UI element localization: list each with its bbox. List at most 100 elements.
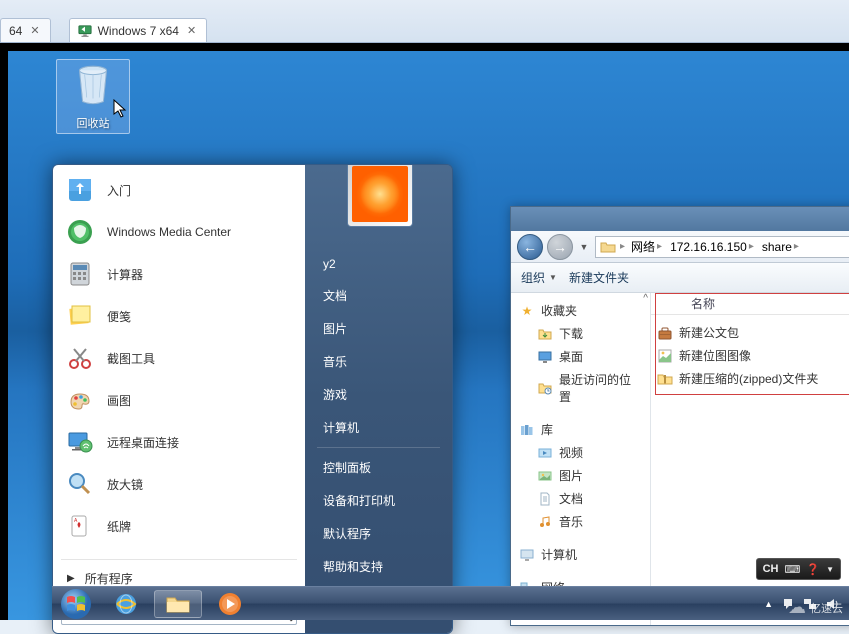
start-menu-left: 入门 Windows Media Center 计算器 便笺 xyxy=(53,165,305,633)
tree-computer[interactable]: 计算机 xyxy=(515,543,646,566)
watermark: ☁ 亿速云 xyxy=(788,597,843,618)
sm-right-username[interactable]: y2 xyxy=(305,249,452,279)
file-name: 新建位图图像 xyxy=(679,347,751,364)
sm-item-label: 远程桌面连接 xyxy=(107,434,179,451)
downloads-icon xyxy=(537,326,553,342)
file-name: 新建公文包 xyxy=(679,324,739,341)
sm-item-label: 放大镜 xyxy=(107,476,143,493)
tree-downloads[interactable]: 下载 xyxy=(515,322,646,345)
sm-item-label: 截图工具 xyxy=(107,350,155,367)
nav-history-dropdown[interactable]: ▼ xyxy=(577,242,591,252)
cloud-icon: ☁ xyxy=(788,597,806,618)
remote-desktop-icon xyxy=(65,427,95,457)
sm-item-label: 入门 xyxy=(107,182,131,199)
tree-pictures[interactable]: 图片 xyxy=(515,464,646,487)
tree-recent[interactable]: 最近访问的位置 xyxy=(515,368,646,408)
chevron-down-icon[interactable]: ▼ xyxy=(826,565,834,574)
pictures-icon xyxy=(537,468,553,484)
sm-item-label: 纸牌 xyxy=(107,518,131,535)
star-icon: ★ xyxy=(519,303,535,319)
keyboard-icon[interactable]: ⌨ xyxy=(784,563,800,576)
tree-favorites[interactable]: ★ 收藏夹 xyxy=(515,299,646,322)
close-icon[interactable]: ✕ xyxy=(185,24,198,37)
sm-item-remote-desktop[interactable]: 远程桌面连接 xyxy=(57,421,301,463)
sm-right-control-panel[interactable]: 控制面板 xyxy=(305,451,452,484)
sm-right-documents[interactable]: 文档 xyxy=(305,279,452,312)
user-picture-frame[interactable] xyxy=(347,164,413,227)
sm-right-pictures[interactable]: 图片 xyxy=(305,312,452,345)
ie-icon xyxy=(113,591,139,617)
recycle-bin-icon xyxy=(68,60,118,110)
tray-arrow-icon[interactable]: ▲ xyxy=(764,599,773,609)
file-name: 新建压缩的(zipped)文件夹 xyxy=(679,370,818,387)
documents-icon xyxy=(537,491,553,507)
new-folder-button[interactable]: 新建文件夹 xyxy=(569,269,629,286)
tree-music[interactable]: 音乐 xyxy=(515,510,646,533)
sm-item-label: 计算器 xyxy=(107,266,143,283)
recycle-bin[interactable]: 回收站 xyxy=(56,59,130,134)
sm-right-games[interactable]: 游戏 xyxy=(305,378,452,411)
sm-item-calculator[interactable]: 计算器 xyxy=(57,253,301,295)
folder-icon xyxy=(600,239,616,255)
sm-item-snipping-tool[interactable]: 截图工具 xyxy=(57,337,301,379)
sm-right-music[interactable]: 音乐 xyxy=(305,345,452,378)
sm-item-getting-started[interactable]: 入门 xyxy=(57,169,301,211)
tree-libraries[interactable]: 库 xyxy=(515,418,646,441)
tree-videos[interactable]: 视频 xyxy=(515,441,646,464)
sm-item-solitaire[interactable]: A 纸牌 xyxy=(57,505,301,547)
explorer-titlebar[interactable] xyxy=(511,207,849,231)
desktop[interactable]: 回收站 入门 Windows Media Center xyxy=(0,43,849,620)
all-programs-label: 所有程序 xyxy=(85,570,133,587)
solitaire-icon: A xyxy=(65,511,95,541)
scroll-up-icon[interactable]: ^ xyxy=(643,293,648,304)
recent-icon xyxy=(537,380,553,396)
start-button[interactable] xyxy=(52,587,100,621)
breadcrumb-segment[interactable]: 172.16.16.150▸ xyxy=(668,240,756,254)
sm-item-paint[interactable]: 画图 xyxy=(57,379,301,421)
file-item[interactable]: 新建位图图像 xyxy=(653,344,849,367)
getting-started-icon xyxy=(65,175,95,205)
vm-tab-inactive[interactable]: 64 ✕ xyxy=(0,18,51,42)
taskbar-explorer[interactable] xyxy=(154,590,202,618)
vm-tab-active[interactable]: Windows 7 x64 ✕ xyxy=(69,18,208,42)
zip-icon xyxy=(657,371,673,387)
close-icon[interactable]: ✕ xyxy=(28,24,41,37)
back-button[interactable]: ← xyxy=(517,234,543,260)
taskbar-ie[interactable] xyxy=(102,590,150,618)
explorer-tree: ^ ★ 收藏夹 下载 桌面 xyxy=(511,293,651,625)
user-picture-icon xyxy=(352,166,408,222)
column-header-name[interactable]: 名称 xyxy=(651,293,849,315)
sm-item-magnifier[interactable]: 放大镜 xyxy=(57,463,301,505)
desktop-icon xyxy=(537,349,553,365)
vm-tab-bar: 64 ✕ Windows 7 x64 ✕ xyxy=(0,0,849,43)
snipping-tool-icon xyxy=(65,343,95,373)
sm-item-wmc[interactable]: Windows Media Center xyxy=(57,211,301,253)
windows-logo-icon xyxy=(60,588,92,620)
taskbar-wmp[interactable] xyxy=(206,590,254,618)
chevron-right-icon: ▸ xyxy=(620,241,625,252)
tree-desktop[interactable]: 桌面 xyxy=(515,345,646,368)
forward-button[interactable]: → xyxy=(547,234,573,260)
sm-right-default-programs[interactable]: 默认程序 xyxy=(305,517,452,550)
explorer-nav: ← → ▼ ▸ 网络▸ 172.16.16.150▸ share▸ xyxy=(511,231,849,263)
sm-right-devices[interactable]: 设备和打印机 xyxy=(305,484,452,517)
ime-bar[interactable]: CH ⌨ ❓ ▼ xyxy=(756,558,841,580)
breadcrumb-segment[interactable]: share▸ xyxy=(760,240,801,254)
sm-right-help[interactable]: 帮助和支持 xyxy=(305,550,452,583)
wmp-icon xyxy=(217,591,243,617)
paint-icon xyxy=(65,385,95,415)
sm-item-sticky-notes[interactable]: 便笺 xyxy=(57,295,301,337)
options-icon[interactable]: ❓ xyxy=(806,563,820,576)
breadcrumb-segment[interactable]: 网络▸ xyxy=(629,238,664,255)
file-item[interactable]: 新建公文包 xyxy=(653,321,849,344)
explorer-toolbar: 组织 ▼ 新建文件夹 xyxy=(511,263,849,293)
organize-menu[interactable]: 组织 ▼ xyxy=(521,269,557,286)
file-list: 新建公文包 新建位图图像 新建压缩的(zipped)文件夹 xyxy=(651,315,849,396)
vm-tab-label: 64 xyxy=(9,24,22,38)
separator xyxy=(317,447,440,448)
sm-right-computer[interactable]: 计算机 xyxy=(305,411,452,444)
breadcrumb[interactable]: ▸ 网络▸ 172.16.16.150▸ share▸ xyxy=(595,236,849,258)
file-item[interactable]: 新建压缩的(zipped)文件夹 xyxy=(653,367,849,390)
ime-label[interactable]: CH xyxy=(763,563,779,575)
tree-documents[interactable]: 文档 xyxy=(515,487,646,510)
